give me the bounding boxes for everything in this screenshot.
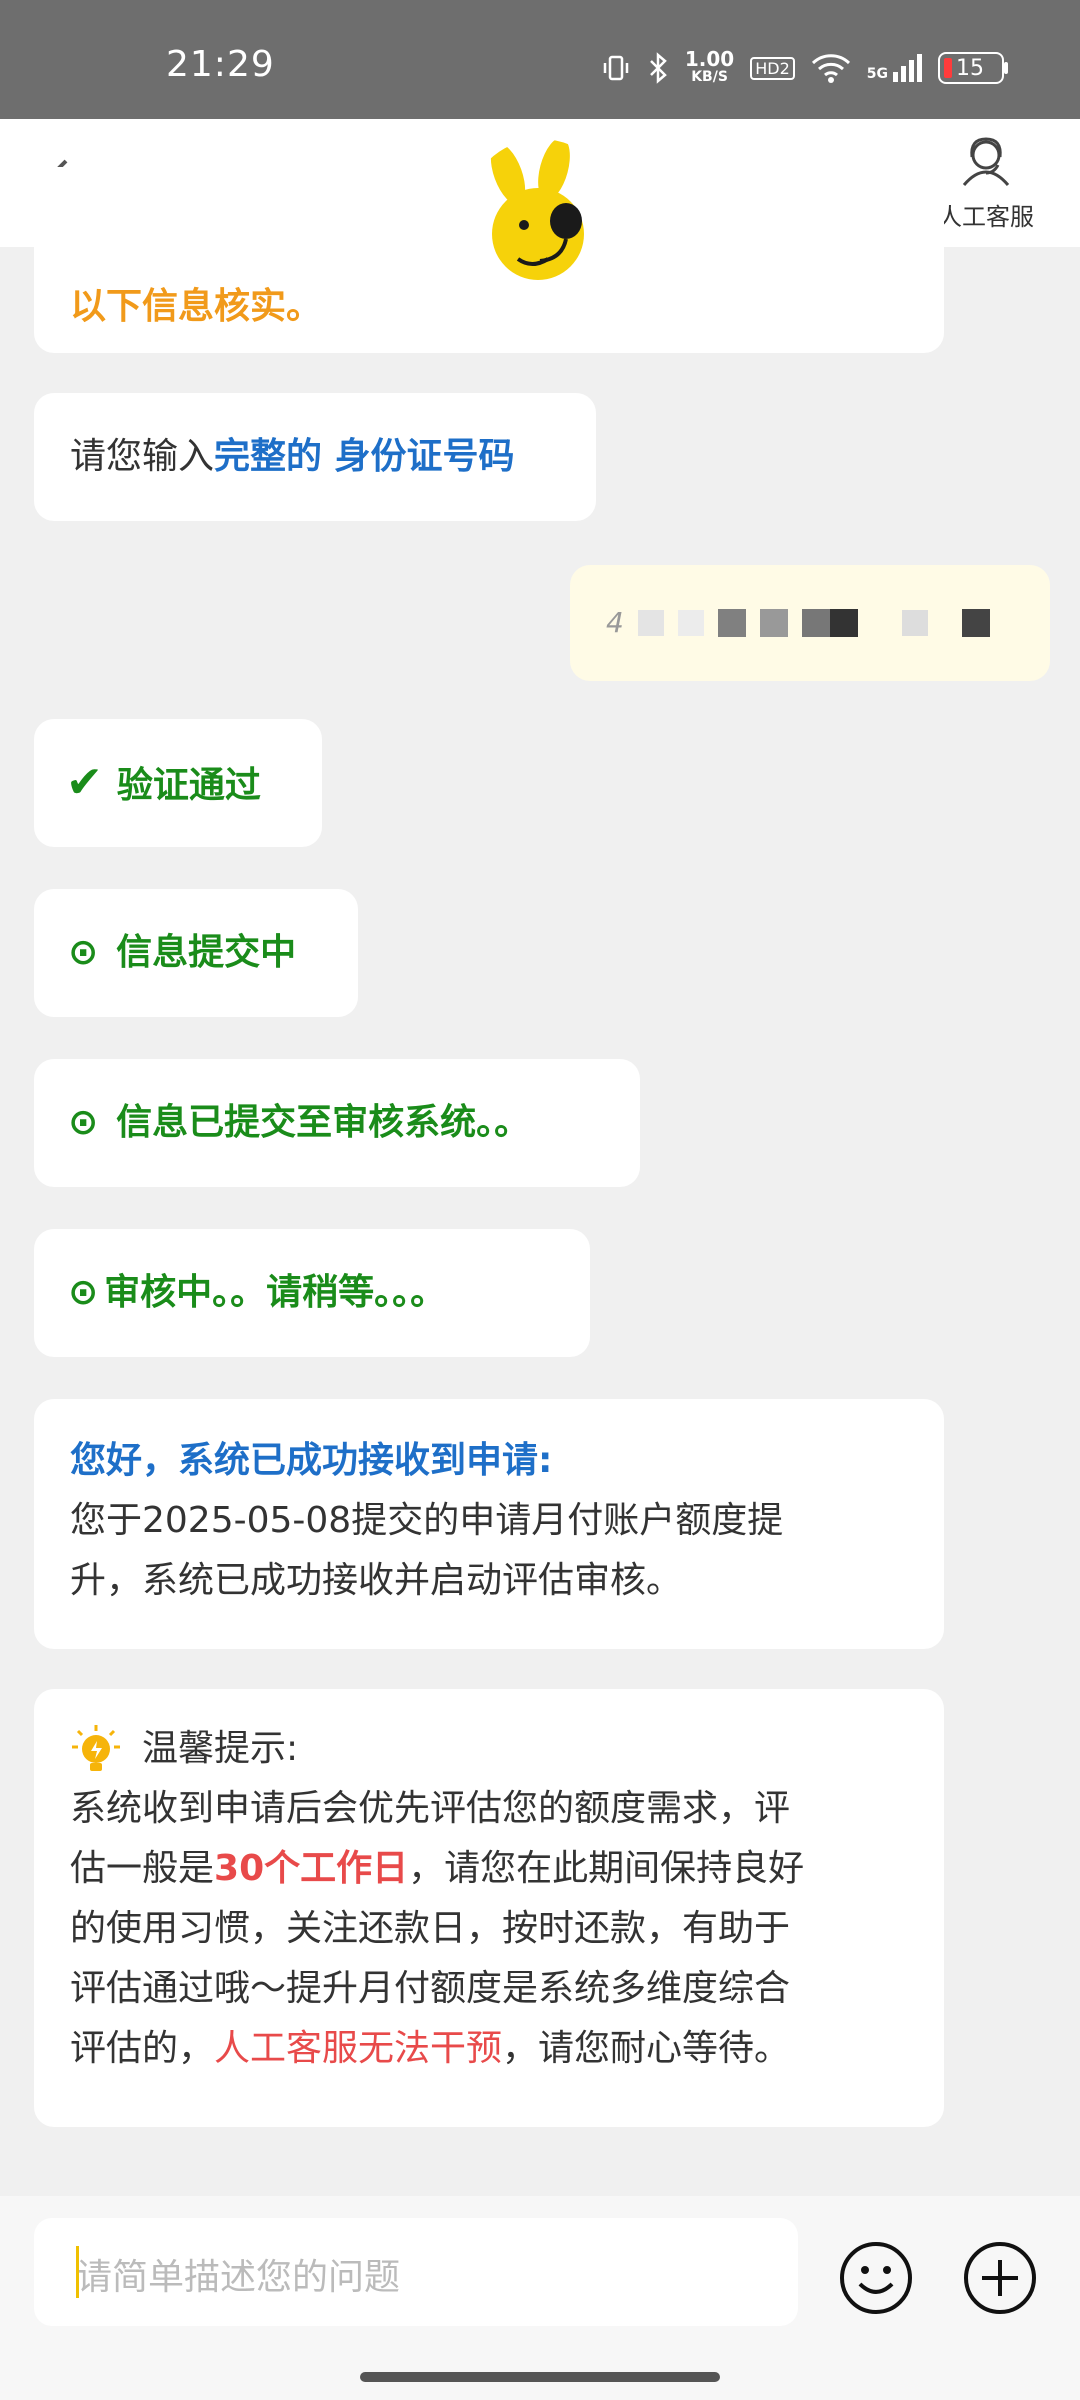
working-days-highlight: 30个工作日 <box>214 1848 409 1889</box>
message-title: 您好，系统已成功接收到申请: <box>70 1440 553 1481</box>
message-text: 验证通过 <box>116 765 261 806</box>
lightbulb-icon <box>72 1725 120 1771</box>
yellow-rabbit-mascot-icon <box>490 139 584 280</box>
tip-line: 评估通过哦～提升月付额度是系统多维度综合 <box>70 1968 791 2009</box>
home-indicator[interactable] <box>360 2372 720 2382</box>
radio-dot-icon: ⊙ <box>68 1272 99 1313</box>
user-message-bubble: 4 <box>570 565 1050 681</box>
tip-line: 系统收到申请后会优先评估您的额度需求，评 <box>70 1788 791 1829</box>
plus-circle-icon[interactable] <box>962 2240 1038 2316</box>
tip-line: 评估的，人工客服无法干预，请您耐心等待。 <box>70 2028 791 2069</box>
radio-dot-icon: ⊙ <box>68 932 99 973</box>
hd-voice-badge: HD2 <box>750 56 795 80</box>
input-bar: 请简单描述您的问题 <box>0 2196 1080 2400</box>
message-line: 您于2025-05-08提交的申请月付账户额度提 <box>70 1500 784 1541</box>
message-text: 审核中。。请稍等。。。 <box>104 1272 447 1313</box>
message-bubble: ⊙ 信息提交中 <box>34 889 358 1017</box>
bluetooth-icon <box>649 52 667 84</box>
masked-id-number: 4 <box>606 591 1014 655</box>
cell-signal-icon: 5G <box>867 54 922 82</box>
status-bar: 21:29 1.00 KB/S HD2 5G 15 <box>0 0 1080 119</box>
mascot-avatar <box>466 139 616 289</box>
customer-service-icon <box>962 137 1010 186</box>
message-bubble: ✔ 验证通过 <box>34 719 322 847</box>
message-bubble: ⊙ 审核中。。请稍等。。。 <box>34 1229 590 1357</box>
tip-message-bubble: 温馨提示: 系统收到申请后会优先评估您的额度需求，评 估一般是30个工作日，请您… <box>34 1689 944 2127</box>
battery-icon: 15 <box>938 52 1008 84</box>
smiley-icon[interactable] <box>838 2240 914 2316</box>
message-bubble: 请您输入完整的 身份证号码 <box>34 393 596 521</box>
input-placeholder: 请简单描述您的问题 <box>76 2257 401 2298</box>
checkmark-icon: ✔ <box>66 757 103 808</box>
status-icons: 1.00 KB/S HD2 5G 15 <box>601 47 1008 86</box>
wifi-icon <box>811 54 850 83</box>
message-highlight: 完整的 身份证号码 <box>214 436 515 477</box>
vibrate-icon <box>603 55 629 81</box>
message-input[interactable]: 请简单描述您的问题 <box>34 2218 798 2326</box>
no-intervention-highlight: 人工客服无法干预 <box>214 2028 503 2069</box>
message-line: 升，系统已成功接收并启动评估审核。 <box>70 1560 683 1601</box>
message-text: 信息提交中 <box>116 932 297 973</box>
tip-line: 的使用习惯，关注还款日，按时还款，有助于 <box>70 1908 791 1949</box>
message-text: 以下信息核实。 <box>70 286 323 327</box>
message-bubble: ⊙ 信息已提交至审核系统。。 <box>34 1059 640 1187</box>
status-time: 21:29 <box>166 44 275 85</box>
radio-dot-icon: ⊙ <box>68 1102 99 1143</box>
message-bubble: 您好，系统已成功接收到申请: 您于2025-05-08提交的申请月付账户额度提 … <box>34 1399 944 1649</box>
text-caret <box>76 2246 79 2298</box>
message-text: 请您输入 <box>70 436 215 477</box>
tip-title: 温馨提示: <box>142 1728 299 1769</box>
message-text: 信息已提交至审核系统。。 <box>116 1102 531 1143</box>
tip-line: 估一般是30个工作日，请您在此期间保持良好 <box>70 1848 805 1889</box>
net-speed: 1.00 KB/S <box>684 47 735 85</box>
